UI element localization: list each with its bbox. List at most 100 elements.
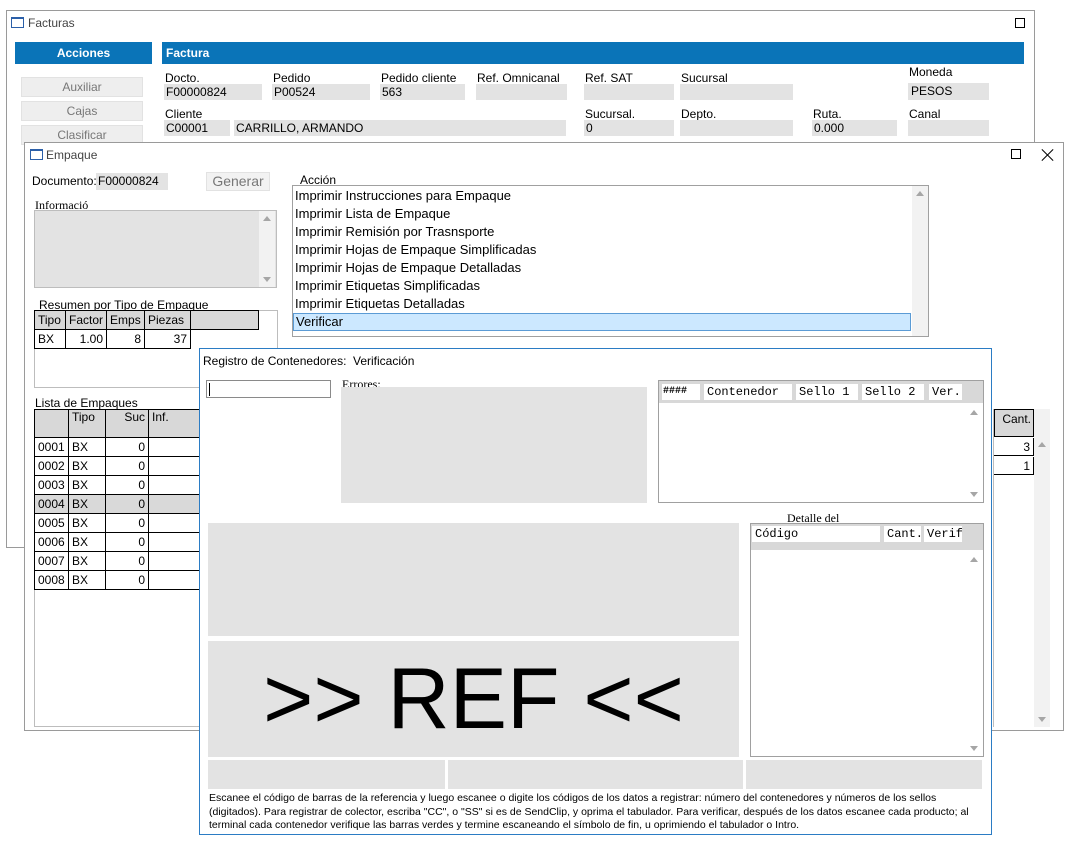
accion-item[interactable]: Imprimir Lista de Empaque [293, 205, 911, 223]
table-row[interactable]: 0007 BX 0 [34, 551, 201, 571]
acciones-header: Acciones [15, 42, 152, 64]
registro-window: Registro de Contenedores: Verificación E… [199, 348, 992, 835]
table-row[interactable]: 0002 BX 0 [34, 456, 201, 476]
lista-cell: 0 [105, 494, 149, 514]
sucursal2-label: Sucursal. [585, 107, 636, 121]
close-button[interactable] [1041, 148, 1055, 162]
resumen-cell [191, 330, 259, 349]
ruta-field[interactable]: 0.000 [812, 120, 897, 136]
documento-field[interactable]: F00000824 [96, 173, 168, 190]
accion-item[interactable]: Imprimir Hojas de Empaque Simplificadas [293, 241, 911, 259]
depto-label: Depto. [681, 107, 717, 121]
lista-cell: 0007 [34, 551, 69, 571]
accion-item[interactable]: Imprimir Etiquetas Detalladas [293, 295, 911, 313]
docto-field[interactable]: F00000824 [164, 84, 262, 100]
resumen-cell: 1.00 [64, 329, 108, 349]
resumen-cell: BX [34, 329, 66, 349]
contenedores-scrollbar[interactable] [966, 405, 982, 502]
canal-label: Canal [909, 107, 941, 121]
lista-cell: 0 [105, 475, 149, 495]
accion-scrollbar[interactable] [912, 186, 928, 336]
scan-input[interactable] [206, 380, 331, 398]
pedido-field[interactable]: P00524 [272, 84, 370, 100]
errores-area [341, 387, 647, 503]
accion-list: Imprimir Instrucciones para Empaque Impri… [292, 185, 929, 337]
accion-item[interactable]: Verificar [293, 313, 911, 331]
moneda-field[interactable]: PESOS [908, 83, 989, 100]
ref-omnicanal-field[interactable] [476, 84, 567, 100]
resumen-cell: 8 [106, 329, 146, 349]
lista-cell: BX [68, 437, 106, 457]
accion-item[interactable]: Imprimir Remisión por Trasnsporte [293, 223, 911, 241]
cont-col-sello2: Sello 2 [862, 384, 924, 400]
lista-cell: BX [68, 513, 106, 533]
depto-field[interactable] [680, 120, 793, 136]
scroll-down-icon[interactable] [1038, 717, 1046, 722]
ref-sat-field[interactable] [584, 84, 674, 100]
scroll-up-icon[interactable] [970, 557, 978, 562]
lista-cell: 0002 [34, 456, 69, 476]
lista-col-suc: Suc [105, 409, 149, 438]
cant-column: Cant. 3 1 [993, 409, 1034, 727]
table-row[interactable]: 0003 BX 0 [34, 475, 201, 495]
informacion-scrollbar[interactable] [259, 211, 275, 287]
lista-cell: 0001 [34, 437, 69, 457]
sucursal2-field[interactable]: 0 [584, 120, 674, 136]
lista-cell [148, 437, 201, 457]
accion-item[interactable]: Imprimir Etiquetas Simplificadas [293, 277, 911, 295]
informacion-textarea[interactable] [34, 210, 277, 288]
lista-cell [148, 494, 201, 514]
table-row[interactable]: BX 1.00 8 37 [34, 329, 259, 349]
accion-item[interactable]: Imprimir Instrucciones para Empaque [293, 187, 911, 205]
lista-cell: BX [68, 532, 106, 552]
pedido-cliente-field[interactable]: 563 [380, 84, 465, 100]
cont-col-ver: Ver. [929, 384, 962, 400]
scroll-up-icon[interactable] [970, 410, 978, 415]
canal-field[interactable] [908, 120, 989, 136]
scroll-down-icon[interactable] [970, 492, 978, 497]
instructions-text: Escanee el código de barras de la refere… [209, 792, 969, 831]
resumen-table: Tipo Factor Emps Piezas BX 1.00 8 37 [34, 310, 260, 349]
maximize-button[interactable] [1015, 18, 1025, 28]
cajas-button[interactable]: Cajas [21, 101, 143, 121]
pedido-label: Pedido [273, 71, 311, 85]
lista-cell [148, 570, 201, 590]
lista-cell: 0 [105, 551, 149, 571]
table-row[interactable]: 0005 BX 0 [34, 513, 201, 533]
cliente-code-field[interactable]: C00001 [164, 120, 230, 136]
detalle-scrollbar[interactable] [966, 552, 982, 756]
cliente-name-field[interactable]: CARRILLO, ARMANDO [234, 120, 566, 136]
status-panel-1 [208, 760, 445, 789]
sucursal-label: Sucursal [681, 71, 728, 85]
factura-header: Factura [162, 42, 1024, 64]
scroll-down-icon[interactable] [970, 746, 978, 751]
scroll-up-icon[interactable] [1038, 442, 1046, 447]
pedido-cliente-label: Pedido cliente [381, 71, 457, 85]
facturas-title: Facturas [28, 16, 75, 30]
table-row[interactable]: 0004 BX 0 [34, 494, 201, 514]
table-row[interactable]: 0006 BX 0 [34, 532, 201, 552]
registro-title: Registro de Contenedores: [203, 354, 347, 368]
auxiliar-button[interactable]: Auxiliar [21, 77, 143, 97]
lista-cell: 0008 [34, 570, 69, 590]
resumen-col-tipo: Tipo [34, 310, 66, 330]
text-cursor [209, 383, 210, 396]
registro-subtitle: Verificación [353, 354, 415, 368]
detalle-col-verif: Verif. [924, 526, 962, 542]
sucursal-field[interactable] [680, 84, 793, 100]
resumen-col-factor: Factor [64, 310, 108, 330]
lista-cell: BX [68, 456, 106, 476]
resumen-cell: 37 [144, 329, 192, 349]
scroll-up-icon[interactable] [916, 191, 924, 196]
window-icon [11, 17, 24, 28]
accion-item[interactable]: Imprimir Hojas de Empaque Detalladas [293, 259, 911, 277]
table-row[interactable]: 0001 BX 0 [34, 437, 201, 457]
detalle-scrollbar[interactable] [1034, 409, 1050, 727]
maximize-button[interactable] [1011, 149, 1021, 159]
documento-label: Documento: [32, 174, 97, 188]
generar-button[interactable]: Generar [206, 172, 270, 191]
table-row[interactable]: 0008 BX 0 [34, 570, 201, 590]
scroll-down-icon[interactable] [263, 277, 271, 282]
scroll-up-icon[interactable] [263, 216, 271, 221]
lista-label: Lista de Empaques [35, 396, 138, 410]
